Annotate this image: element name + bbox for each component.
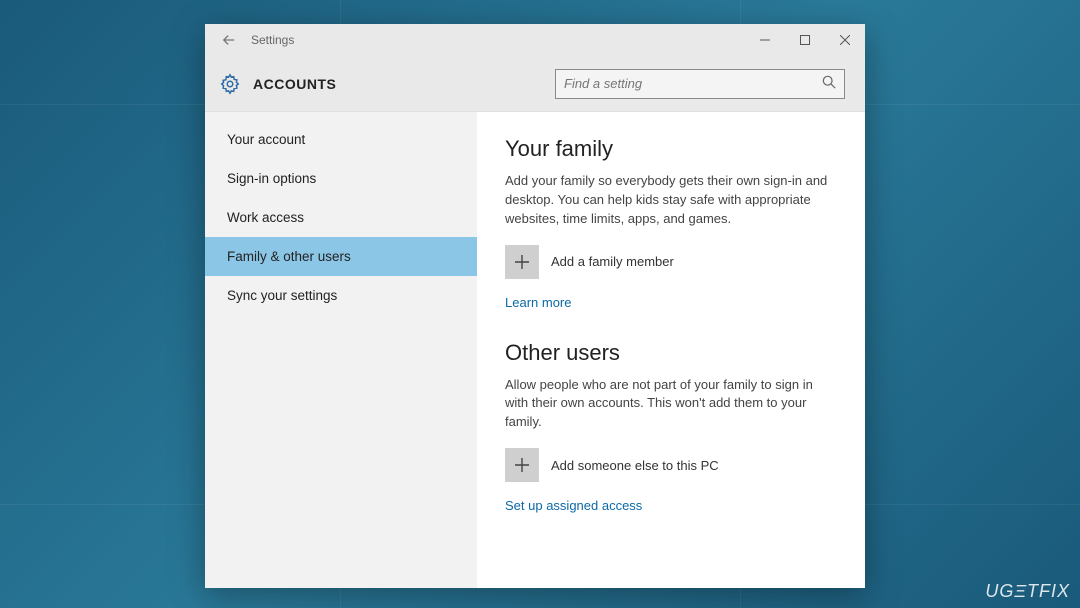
section-title: ACCOUNTS: [253, 76, 336, 92]
other-users-heading: Other users: [505, 340, 837, 366]
your-family-description: Add your family so everybody gets their …: [505, 172, 837, 229]
sidebar-item-your-account[interactable]: Your account: [205, 120, 477, 159]
settings-window: Settings ACCOUNTS Your account: [205, 24, 865, 588]
plus-icon: [505, 448, 539, 482]
gear-icon: [219, 73, 241, 95]
close-button[interactable]: [825, 24, 865, 56]
back-arrow-icon: [222, 33, 236, 47]
close-icon: [840, 35, 850, 45]
content-pane: Your family Add your family so everybody…: [477, 112, 865, 588]
minimize-icon: [760, 35, 770, 45]
add-other-user-label: Add someone else to this PC: [551, 458, 719, 473]
assigned-access-link[interactable]: Set up assigned access: [505, 498, 642, 513]
search-box[interactable]: [555, 69, 845, 99]
minimize-button[interactable]: [745, 24, 785, 56]
add-family-member-button[interactable]: Add a family member: [505, 245, 837, 279]
sidebar-item-family-other-users[interactable]: Family & other users: [205, 237, 477, 276]
learn-more-link[interactable]: Learn more: [505, 295, 571, 310]
maximize-icon: [800, 35, 810, 45]
sidebar-item-signin-options[interactable]: Sign-in options: [205, 159, 477, 198]
back-button[interactable]: [213, 24, 245, 56]
window-body: Your account Sign-in options Work access…: [205, 112, 865, 588]
plus-icon: [505, 245, 539, 279]
sidebar: Your account Sign-in options Work access…: [205, 112, 477, 588]
add-other-user-button[interactable]: Add someone else to this PC: [505, 448, 837, 482]
sidebar-item-work-access[interactable]: Work access: [205, 198, 477, 237]
your-family-heading: Your family: [505, 136, 837, 162]
maximize-button[interactable]: [785, 24, 825, 56]
header: ACCOUNTS: [205, 56, 865, 112]
watermark: UGΞTFIX: [985, 581, 1070, 602]
add-family-member-label: Add a family member: [551, 254, 674, 269]
search-input[interactable]: [564, 76, 822, 91]
window-title: Settings: [251, 33, 294, 47]
sidebar-item-sync-settings[interactable]: Sync your settings: [205, 276, 477, 315]
search-icon: [822, 75, 836, 92]
other-users-description: Allow people who are not part of your fa…: [505, 376, 837, 433]
titlebar: Settings: [205, 24, 865, 56]
